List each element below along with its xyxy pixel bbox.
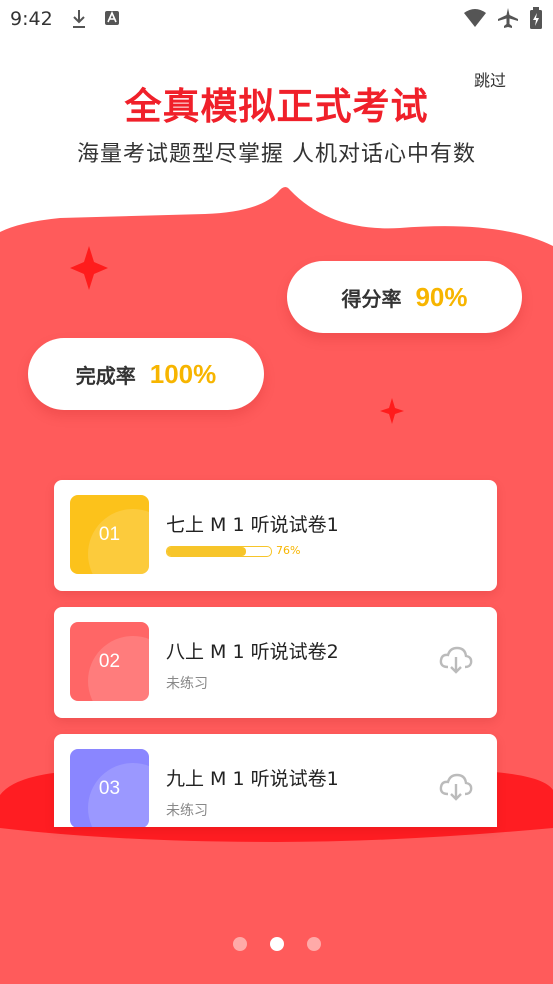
score-rate-label: 得分率 xyxy=(341,286,402,311)
progress-text: 76% xyxy=(276,544,301,557)
completion-rate-value: 100% xyxy=(149,358,217,389)
page-dot[interactable] xyxy=(232,937,247,951)
completion-rate-label: 完成率 xyxy=(75,363,136,388)
battery-charging-icon xyxy=(530,7,542,29)
airplane-mode-icon xyxy=(498,8,518,28)
exam-title: 八上 M 1 听说试卷2 xyxy=(166,641,339,663)
score-rate-pill: 得分率 90% xyxy=(287,261,522,333)
completion-rate-pill: 完成率 100% xyxy=(28,338,264,410)
exam-card-2[interactable]: 02 八上 M 1 听说试卷2 未练习 xyxy=(54,607,497,718)
download-icon xyxy=(73,10,85,28)
progress-bar xyxy=(166,546,272,557)
exam-number: 03 xyxy=(98,777,121,799)
exam-number: 01 xyxy=(98,523,121,545)
exam-number: 02 xyxy=(98,650,121,672)
exam-card-1[interactable]: 01 七上 M 1 听说试卷1 76% xyxy=(54,480,497,591)
exam-number-badge: 03 xyxy=(70,749,149,827)
progress-fill xyxy=(167,547,247,556)
page-dot-active[interactable] xyxy=(269,937,284,951)
exam-title: 七上 M 1 听说试卷1 xyxy=(166,514,339,536)
exam-card-3[interactable]: 03 九上 M 1 听说试卷1 未练习 xyxy=(54,734,497,827)
exam-title: 九上 M 1 听说试卷1 xyxy=(166,768,339,790)
wifi-icon xyxy=(464,9,486,27)
exam-number-badge: 01 xyxy=(70,495,149,574)
cloud-download-icon[interactable] xyxy=(439,645,473,675)
status-bar: 9:42 xyxy=(0,0,553,40)
exam-status: 未练习 xyxy=(166,803,208,819)
page-title: 全真模拟正式考试 xyxy=(124,85,429,128)
cloud-download-icon[interactable] xyxy=(439,772,473,802)
page-indicator xyxy=(0,937,553,951)
font-app-icon xyxy=(105,11,119,25)
score-rate-value: 90% xyxy=(415,281,468,312)
exam-status: 未练习 xyxy=(166,676,208,692)
page-dot[interactable] xyxy=(306,937,321,951)
exam-number-badge: 02 xyxy=(70,622,149,701)
page-subtitle: 海量考试题型尽掌握 人机对话心中有数 xyxy=(77,142,476,167)
status-time: 9:42 xyxy=(10,8,53,30)
